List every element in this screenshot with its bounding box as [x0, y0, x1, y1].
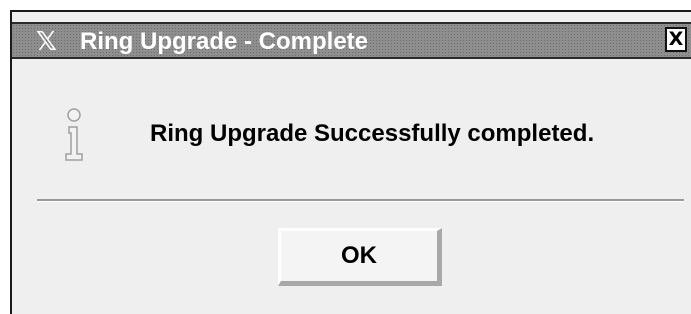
- divider: [37, 199, 684, 202]
- window-title: Ring Upgrade - Complete: [80, 28, 369, 55]
- dialog-message: Ring Upgrade Successfully completed.: [150, 120, 595, 147]
- info-icon: [65, 108, 83, 161]
- x-window-icon: 𝕏: [36, 27, 57, 57]
- close-button[interactable]: X: [665, 27, 687, 52]
- title-bar[interactable]: 𝕏 Ring Upgrade - Complete X: [12, 22, 691, 59]
- ok-button[interactable]: OK: [278, 228, 442, 286]
